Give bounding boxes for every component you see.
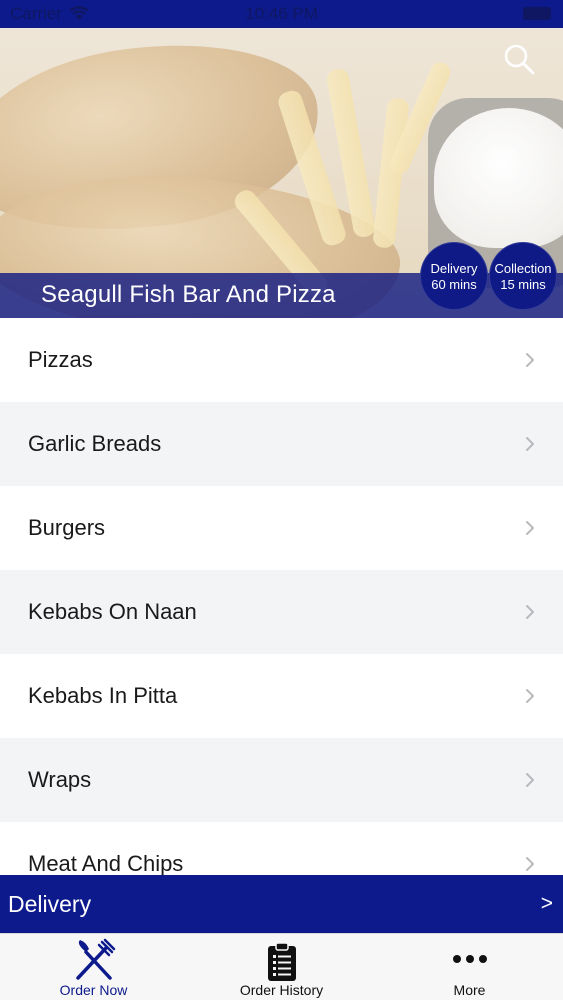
order-mode-bar[interactable]: Delivery > (0, 875, 563, 933)
chevron-right-icon (526, 605, 534, 619)
tab-more[interactable]: More (376, 934, 563, 1000)
menu-category-list: Pizzas Garlic Breads Burgers Kebabs On N… (0, 318, 563, 875)
order-mode-arrow: > (540, 892, 553, 915)
chevron-right-icon (526, 521, 534, 535)
battery-icon (523, 7, 551, 20)
hero-banner: Seagull Fish Bar And Pizza Delivery 60 m… (0, 28, 563, 318)
menu-item-label: Kebabs On Naan (28, 599, 197, 624)
menu-item-wraps[interactable]: Wraps (0, 738, 563, 822)
menu-item-meat-and-chips[interactable]: Meat And Chips (0, 822, 563, 875)
tab-label: Order Now (59, 982, 128, 998)
menu-item-kebabs-on-naan[interactable]: Kebabs On Naan (0, 570, 563, 654)
tab-label: More (453, 982, 486, 998)
menu-item-garlic-breads[interactable]: Garlic Breads (0, 402, 563, 486)
menu-item-burgers[interactable]: Burgers (0, 486, 563, 570)
chevron-right-icon (526, 437, 534, 451)
search-icon[interactable] (502, 42, 536, 76)
collection-time-badge: Collection 15 mins (489, 242, 557, 310)
menu-item-label: Kebabs In Pitta (28, 683, 178, 708)
chevron-right-icon (526, 773, 534, 787)
order-mode-label: Delivery (8, 891, 92, 917)
menu-item-kebabs-in-pitta[interactable]: Kebabs In Pitta (0, 654, 563, 738)
delivery-badge-time: 60 mins (431, 277, 477, 292)
collection-badge-time: 15 mins (500, 277, 546, 292)
tab-label: Order History (239, 982, 324, 998)
restaurant-name: Seagull Fish Bar And Pizza (41, 281, 336, 308)
delivery-time-badge: Delivery 60 mins (420, 242, 488, 310)
menu-item-label: Wraps (28, 767, 92, 792)
menu-item-label: Garlic Breads (28, 431, 162, 456)
chevron-right-icon (526, 689, 534, 703)
tab-order-history[interactable]: Order History (188, 934, 375, 1000)
menu-item-label: Pizzas (28, 347, 93, 372)
chevron-right-icon (526, 857, 534, 871)
menu-item-label: Meat And Chips (28, 851, 184, 875)
tab-order-now[interactable]: Order Now (0, 934, 187, 1000)
collection-badge-label: Collection (494, 261, 552, 276)
clipboard-list-icon (267, 942, 296, 981)
delivery-badge-label: Delivery (430, 261, 478, 276)
chevron-right-icon (526, 353, 534, 367)
more-dots-icon (452, 955, 487, 963)
tab-bar: Order Now Order History More (0, 933, 563, 1000)
menu-item-label: Burgers (28, 515, 106, 540)
fork-knife-icon (75, 938, 115, 980)
clock: 10:46 PM (245, 4, 318, 23)
status-bar: Carrier 10:46 PM (0, 0, 563, 28)
menu-item-pizzas[interactable]: Pizzas (0, 318, 563, 402)
